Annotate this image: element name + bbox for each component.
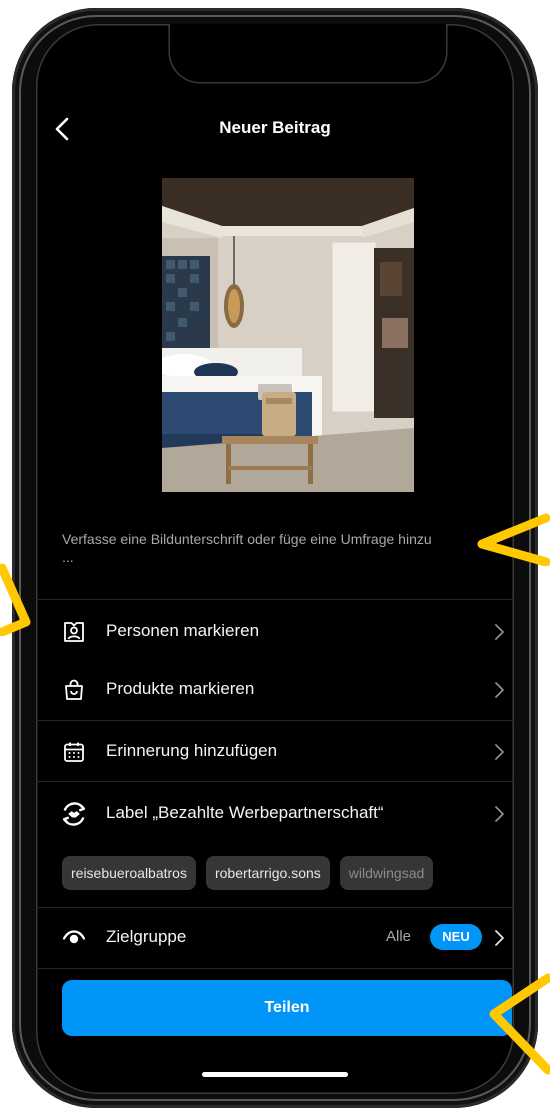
tag-person-icon [64, 622, 84, 642]
divider [36, 781, 514, 782]
phone-screen: Neuer Beitrag Verfasse eine Bilduntersch… [36, 24, 514, 1094]
paid-partnership-label: Label „Bezahlte Werbepartnerschaft“ [106, 803, 384, 822]
add-reminder-row[interactable]: Erinnerung hinzufügen [36, 724, 514, 780]
tag-people-row[interactable]: Personen markieren [36, 604, 514, 660]
handshake-icon [62, 802, 86, 826]
divider [36, 968, 514, 969]
page-title: Neuer Beitrag [219, 118, 331, 137]
audience-label: Zielgruppe [106, 927, 187, 946]
partner-tags: reisebueroalbatros robertarrigo.sons wildw… [62, 856, 514, 890]
annotation-arrow-icon [489, 973, 550, 1075]
chevron-right-icon [495, 682, 504, 698]
tag-products-label: Produkte markieren [106, 679, 255, 698]
audience-value: Alle [386, 928, 412, 945]
chevron-right-icon [495, 744, 504, 760]
tag-products-row[interactable]: Produkte markieren [36, 662, 514, 718]
home-indicator [202, 1072, 348, 1077]
annotation-arrow-icon [477, 513, 550, 566]
partner-tag[interactable]: wildwingsad [339, 856, 434, 890]
divider [36, 907, 514, 908]
post-image-thumbnail[interactable] [162, 178, 414, 492]
top-bar: Neuer Beitrag [36, 114, 514, 144]
calendar-icon [64, 742, 84, 762]
new-badge: NEU [430, 924, 482, 950]
divider [36, 720, 514, 721]
chevron-right-icon [495, 624, 504, 640]
shopping-bag-icon [65, 679, 83, 700]
divider [36, 599, 514, 600]
partner-tag[interactable]: reisebueroalbatros [62, 856, 196, 890]
annotation-arrow-icon [0, 563, 31, 636]
eye-icon [62, 930, 86, 944]
partner-tag[interactable]: robertarrigo.sons [205, 856, 330, 890]
paid-partnership-row[interactable]: Label „Bezahlte Werbepartnerschaft“ [36, 786, 514, 842]
tag-people-label: Personen markieren [106, 621, 260, 640]
phone-notch [170, 24, 446, 82]
add-reminder-label: Erinnerung hinzufügen [106, 741, 278, 760]
caption-input[interactable]: Verfasse eine Bildunterschrift oder füge… [62, 530, 442, 566]
chevron-right-icon [495, 930, 504, 946]
share-button[interactable]: Teilen [62, 980, 512, 1036]
audience-row[interactable]: Zielgruppe Alle NEU [36, 910, 514, 966]
new-post-screen: Neuer Beitrag Verfasse eine Bilduntersch… [36, 24, 514, 1094]
chevron-right-icon [495, 806, 504, 822]
